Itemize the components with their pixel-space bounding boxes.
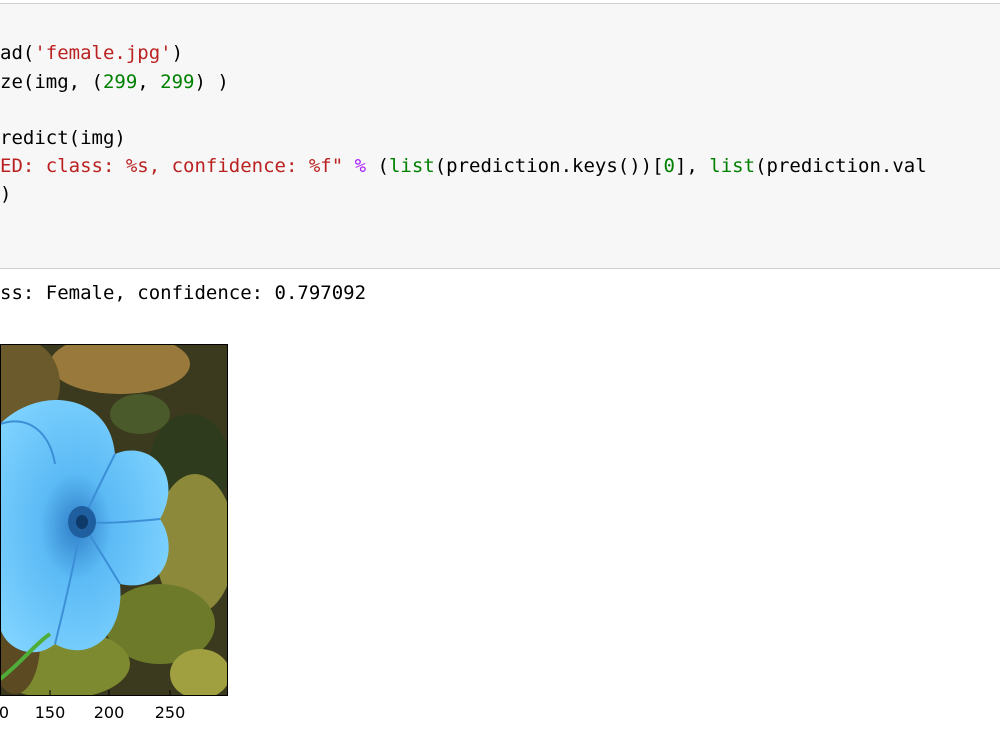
- code-token: %: [354, 155, 367, 177]
- code-line: redict(img): [0, 126, 126, 150]
- code-token: (: [366, 155, 389, 177]
- code-token: ad(: [0, 42, 35, 64]
- code-token: list: [709, 155, 756, 177]
- code-token: ],: [674, 155, 710, 177]
- code-token: redict(img): [0, 127, 126, 149]
- code-token: 299: [102, 71, 138, 93]
- x-tick-label: 250: [154, 703, 186, 722]
- code-token: ED: class: %s, confidence: %f": [0, 155, 344, 177]
- code-token: ): [0, 183, 12, 205]
- code-token: ,: [137, 71, 161, 93]
- code-line: ad('female.jpg'): [0, 41, 183, 65]
- code-line: ze(img, (299, 299) ): [0, 70, 229, 94]
- code-token: ): [171, 42, 184, 64]
- code-cell-input[interactable]: ad('female.jpg') ze(img, (299, 299) ) redi…: [0, 3, 1000, 269]
- code-token: list: [388, 155, 435, 177]
- code-token: 299: [160, 71, 195, 93]
- code-token: 'female.jpg': [34, 42, 172, 64]
- code-token: ) ): [194, 71, 229, 93]
- x-tick-label: 200: [93, 703, 125, 722]
- x-tick-label: 0: [0, 703, 10, 722]
- x-tick-label: 150: [34, 703, 66, 722]
- cell-output-text: ss: Female, confidence: 0.797092: [0, 282, 367, 304]
- code-token: (prediction.val: [755, 155, 927, 177]
- flower-photo: [0, 344, 228, 696]
- code-token: 0: [663, 155, 675, 177]
- code-line: ED: class: %s, confidence: %f" % (list(p…: [0, 154, 927, 178]
- code-token: (prediction.keys())[: [434, 155, 664, 177]
- code-token: ze(img, (: [0, 71, 103, 93]
- output-image-plot: [0, 344, 228, 696]
- code-line: ): [0, 182, 11, 206]
